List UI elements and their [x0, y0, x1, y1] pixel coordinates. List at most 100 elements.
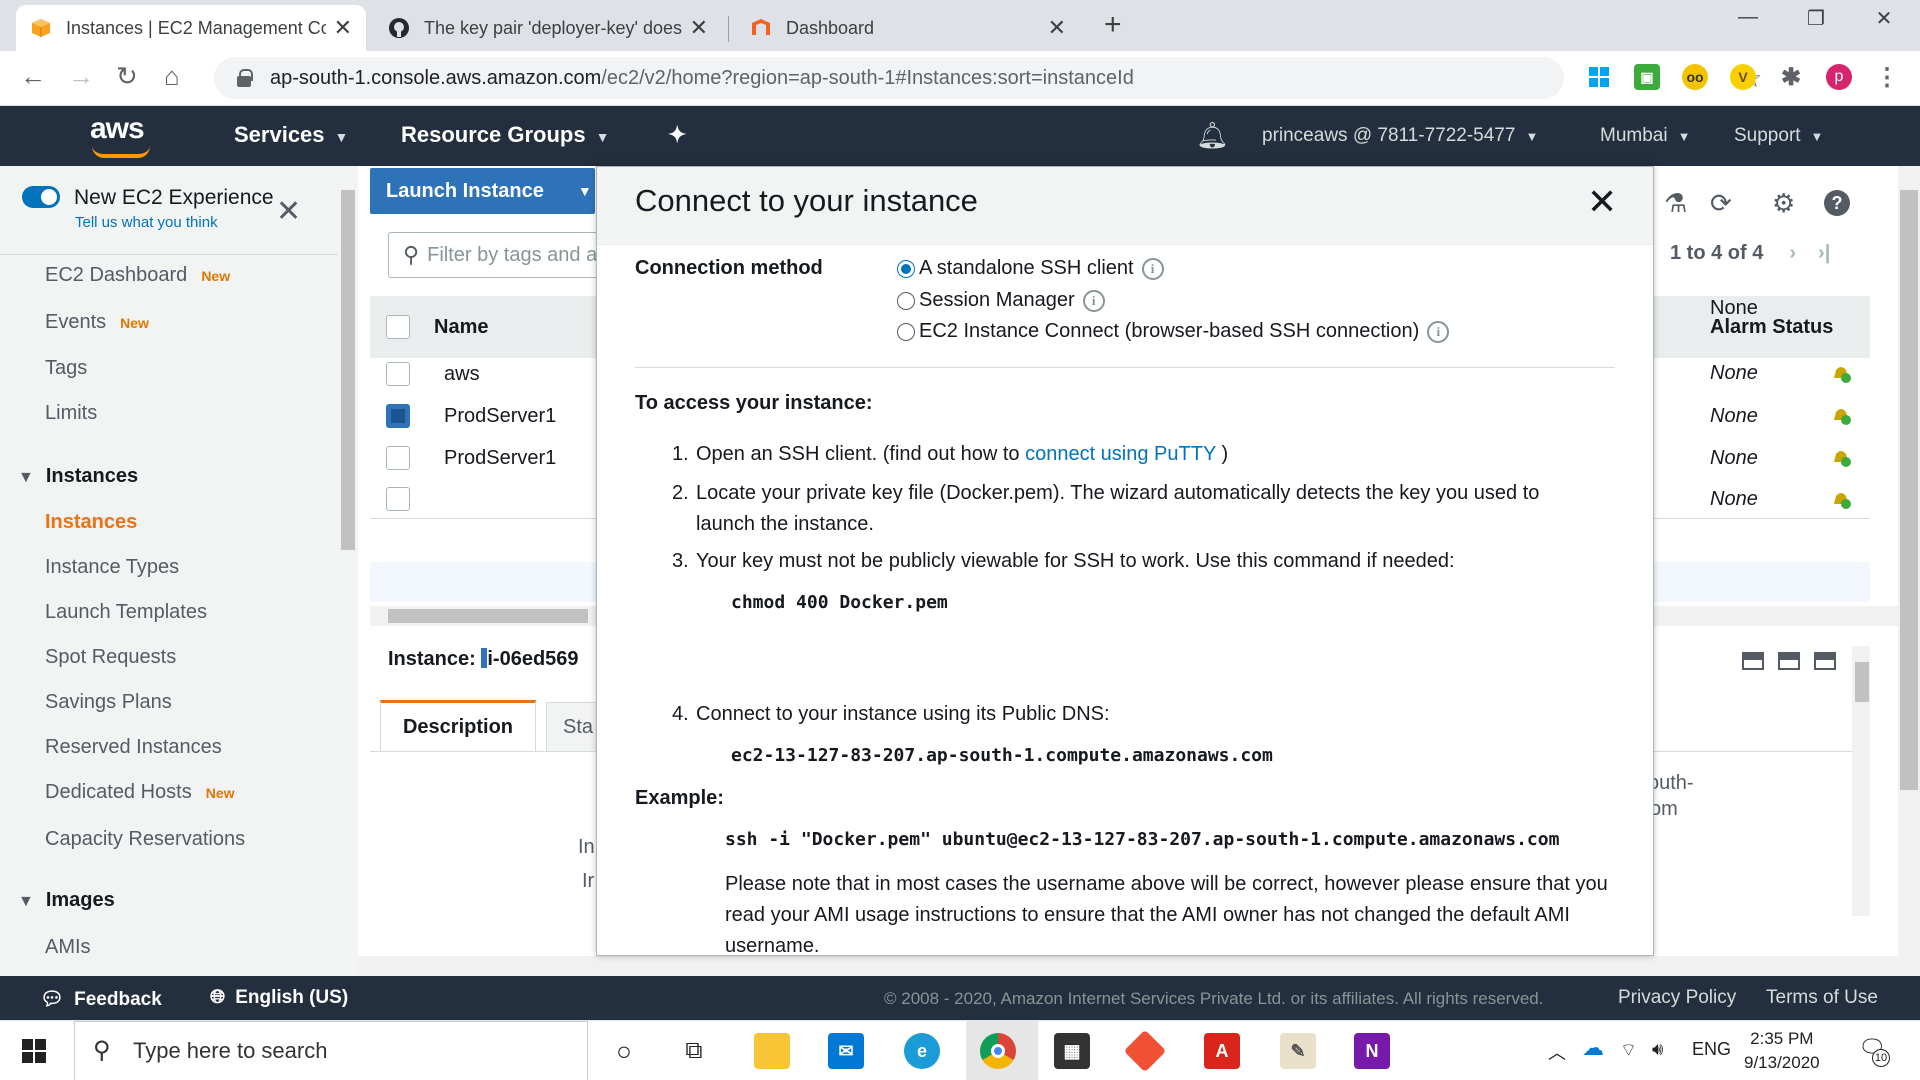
- task-view-icon[interactable]: ⧉: [676, 1033, 712, 1069]
- browser-tab-ec2[interactable]: Instances | EC2 Management Con ✕: [16, 5, 366, 51]
- notifications-icon[interactable]: 🗨︎ 10: [1858, 1035, 1890, 1067]
- sidebar-item-tags[interactable]: Tags: [45, 357, 87, 380]
- radio-session-manager[interactable]: [897, 291, 915, 310]
- cortana-icon[interactable]: ○: [606, 1033, 642, 1069]
- region-menu[interactable]: Mumbai ▼: [1600, 125, 1690, 147]
- sidebar-item-launch-templates[interactable]: Launch Templates: [45, 601, 207, 624]
- sidebar-item-limits[interactable]: Limits: [45, 402, 97, 425]
- close-tab-icon[interactable]: ✕: [334, 15, 352, 41]
- bell-icon[interactable]: 🔔︎: [1196, 120, 1229, 151]
- row-checkbox[interactable]: [386, 404, 410, 428]
- sidebar-section-images[interactable]: ▼ Images: [18, 889, 115, 912]
- acrobat-icon[interactable]: A: [1204, 1033, 1240, 1069]
- git-icon[interactable]: [1123, 1029, 1167, 1073]
- sidebar-item-spot-requests[interactable]: Spot Requests: [45, 646, 176, 669]
- tell-us-link[interactable]: Tell us what you think: [75, 214, 218, 231]
- close-window-button[interactable]: ✕: [1854, 6, 1914, 31]
- lock-extension-icon[interactable]: ▣: [1634, 64, 1660, 90]
- help-icon[interactable]: ?: [1824, 190, 1850, 216]
- option-instance-connect[interactable]: EC2 Instance Connect (browser-based SSH …: [897, 320, 1450, 343]
- resource-groups-menu[interactable]: Resource Groups ▼: [401, 122, 609, 148]
- sidebar-item-ec2-dashboard[interactable]: EC2 Dashboard New: [45, 264, 230, 287]
- feedback-link[interactable]: 💬︎ Feedback: [40, 987, 162, 1011]
- url-field[interactable]: ap-south-1.console.aws.amazon.com/ec2/v2…: [214, 57, 1762, 99]
- onedrive-icon[interactable]: ☁: [1582, 1035, 1604, 1061]
- chrome-icon[interactable]: [980, 1033, 1016, 1069]
- browser-tab-dashboard[interactable]: Dashboard ✕: [736, 5, 1080, 51]
- edge-icon[interactable]: e: [904, 1033, 940, 1069]
- create-alarm-icon[interactable]: [1830, 488, 1852, 510]
- language-selector[interactable]: 🌐︎ English (US): [210, 987, 348, 1009]
- radio-instance-connect[interactable]: [897, 322, 915, 341]
- row-checkbox[interactable]: [386, 446, 410, 470]
- file-explorer-icon[interactable]: [754, 1033, 790, 1069]
- public-dns[interactable]: ec2-13-127-83-207.ap-south-1.compute.ama…: [731, 745, 1273, 766]
- page-horizontal-scrollbar[interactable]: [358, 956, 1898, 976]
- pin-icon[interactable]: ✦: [668, 122, 686, 148]
- select-all-checkbox[interactable]: [386, 315, 410, 339]
- close-icon[interactable]: ✕: [1587, 181, 1617, 223]
- services-menu[interactable]: Services ▼: [234, 122, 348, 148]
- putty-link[interactable]: connect using PuTTY: [1025, 443, 1216, 465]
- name-column-header[interactable]: Name: [434, 316, 488, 339]
- store-icon[interactable]: ▦: [1054, 1033, 1090, 1069]
- panel-maximize-icon[interactable]: [1742, 652, 1764, 670]
- clock[interactable]: 2:35 PM 9/13/2020: [1744, 1027, 1820, 1075]
- taskbar-search[interactable]: ⚲ Type here to search: [74, 1021, 588, 1080]
- sidebar-item-amis[interactable]: AMIs: [45, 936, 91, 959]
- terms-of-use-link[interactable]: Terms of Use: [1766, 987, 1878, 1009]
- onenote-icon[interactable]: N: [1354, 1033, 1390, 1069]
- sidebar-section-instances[interactable]: ▼ Instances: [18, 465, 138, 488]
- close-tab-icon[interactable]: ✕: [1048, 15, 1066, 41]
- puzzle-extensions-icon[interactable]: ✱: [1778, 64, 1804, 91]
- sidebar-scroll-thumb[interactable]: [341, 190, 355, 550]
- create-alarm-icon[interactable]: [1830, 404, 1852, 426]
- profile-avatar[interactable]: p: [1826, 64, 1852, 90]
- chmod-command[interactable]: chmod 400 Docker.pem: [731, 592, 948, 613]
- flask-icon[interactable]: ⚗: [1664, 188, 1687, 219]
- next-page-icon[interactable]: ›: [1789, 242, 1796, 264]
- home-button[interactable]: ⌂: [164, 61, 180, 92]
- new-tab-button[interactable]: +: [1104, 8, 1122, 42]
- volume-icon[interactable]: 🔊︎: [1652, 1039, 1663, 1060]
- sidebar-item-reserved-instances[interactable]: Reserved Instances: [45, 736, 222, 759]
- windows-extension-icon[interactable]: [1586, 64, 1612, 90]
- option-session-manager[interactable]: Session Manager i: [897, 289, 1105, 312]
- last-page-icon[interactable]: ›|: [1818, 242, 1830, 264]
- tray-expand-icon[interactable]: ︿: [1548, 1039, 1566, 1065]
- language-indicator[interactable]: ENG: [1692, 1039, 1731, 1060]
- row-checkbox[interactable]: [386, 487, 410, 511]
- radio-ssh-client[interactable]: [897, 259, 915, 278]
- reload-button[interactable]: ↻: [116, 61, 138, 92]
- minimize-button[interactable]: —: [1718, 6, 1778, 29]
- chevron-down-icon[interactable]: ▼: [578, 183, 592, 199]
- launch-instance-button[interactable]: Launch Instance ▼: [370, 168, 595, 214]
- aws-logo[interactable]: aws: [90, 112, 145, 146]
- gear-icon[interactable]: ⚙: [1772, 188, 1795, 219]
- table-scroll-thumb[interactable]: [388, 609, 588, 623]
- restore-button[interactable]: ❐: [1786, 6, 1846, 31]
- mail-icon[interactable]: ✉: [828, 1033, 864, 1069]
- page-scroll-thumb[interactable]: [1900, 190, 1918, 790]
- refresh-icon[interactable]: ⟳: [1710, 188, 1732, 219]
- windows-start-icon[interactable]: [22, 1039, 46, 1068]
- account-menu[interactable]: princeaws @ 7811-7722-5477 ▼: [1262, 125, 1538, 147]
- close-tab-icon[interactable]: ✕: [690, 15, 708, 41]
- info-icon[interactable]: i: [1427, 320, 1450, 343]
- wifi-icon[interactable]: ⌔: [1620, 1039, 1637, 1062]
- create-alarm-icon[interactable]: [1830, 446, 1852, 468]
- back-button[interactable]: ←: [20, 61, 46, 92]
- sidebar-item-instances[interactable]: Instances: [45, 511, 137, 534]
- paint-icon[interactable]: ✎: [1280, 1033, 1316, 1069]
- forward-button[interactable]: →: [68, 61, 94, 92]
- example-ssh-command[interactable]: ssh -i "Docker.pem" ubuntu@ec2-13-127-83…: [725, 829, 1559, 850]
- sidebar-item-savings-plans[interactable]: Savings Plans: [45, 691, 172, 714]
- create-alarm-icon[interactable]: [1830, 362, 1852, 384]
- browser-tab-github[interactable]: The key pair 'deployer-key' does ✕: [374, 5, 722, 51]
- option-ssh-client[interactable]: A standalone SSH client i: [897, 257, 1164, 280]
- sidebar-item-dedicated-hosts[interactable]: Dedicated Hosts New: [45, 781, 235, 804]
- chrome-menu-icon[interactable]: ⋮: [1874, 64, 1900, 91]
- close-icon[interactable]: ✕: [276, 194, 301, 229]
- sidebar-item-events[interactable]: Events New: [45, 311, 149, 334]
- info-icon[interactable]: i: [1141, 257, 1164, 280]
